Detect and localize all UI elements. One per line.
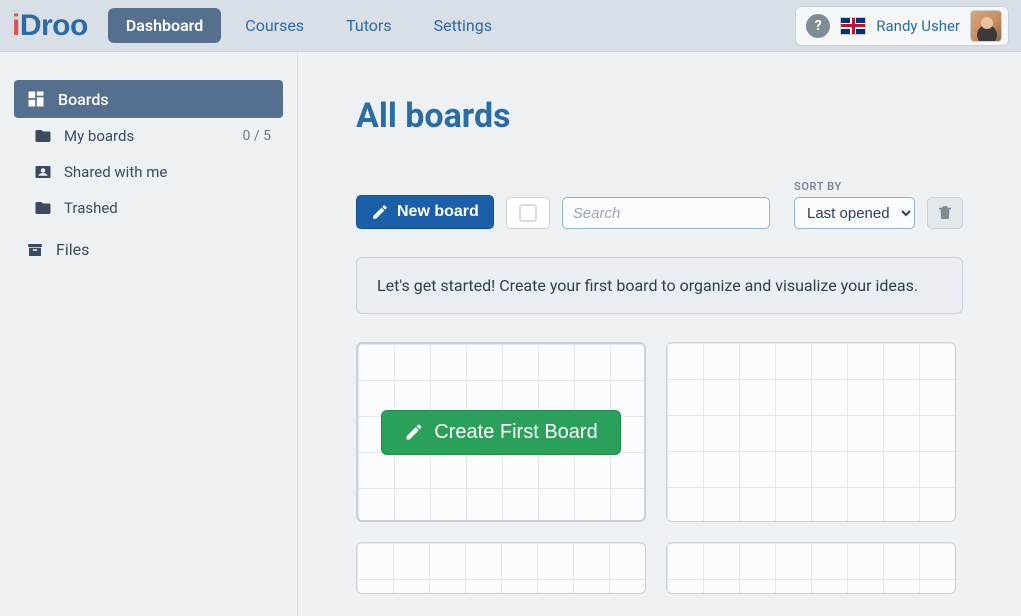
board-grid: Create First Board bbox=[356, 342, 963, 522]
nav-courses[interactable]: Courses bbox=[227, 8, 322, 43]
sidebar-my-boards[interactable]: My boards 0 / 5 bbox=[14, 118, 283, 154]
sidebar-my-boards-meta: 0 / 5 bbox=[243, 128, 271, 144]
new-board-button[interactable]: New board bbox=[356, 195, 494, 229]
help-icon[interactable]: ? bbox=[806, 14, 830, 38]
folder-icon bbox=[34, 127, 52, 145]
board-placeholder bbox=[666, 342, 956, 522]
sidebar-shared[interactable]: Shared with me bbox=[14, 154, 283, 190]
create-first-card[interactable]: Create First Board bbox=[356, 342, 646, 522]
archive-icon bbox=[26, 241, 44, 259]
toolbar: New board SORT BY Last opened bbox=[356, 180, 963, 229]
sidebar-files-label: Files bbox=[56, 240, 89, 259]
search-input[interactable] bbox=[562, 197, 770, 229]
trash-icon bbox=[936, 204, 954, 222]
avatar[interactable] bbox=[970, 10, 1002, 42]
sort-select[interactable]: Last opened bbox=[794, 197, 915, 229]
logo-rest: Droo bbox=[20, 9, 88, 43]
board-placeholder bbox=[666, 542, 956, 594]
topbar: iDroo Dashboard Courses Tutors Settings … bbox=[0, 0, 1021, 52]
sidebar-files[interactable]: Files bbox=[0, 230, 297, 269]
top-nav: Dashboard Courses Tutors Settings bbox=[108, 8, 510, 43]
sidebar-trashed[interactable]: Trashed bbox=[14, 190, 283, 226]
create-first-label: Create First Board bbox=[434, 421, 597, 444]
new-board-label: New board bbox=[397, 203, 479, 221]
board-placeholder bbox=[356, 542, 646, 594]
edit-icon bbox=[371, 203, 389, 221]
sidebar-boards-label: Boards bbox=[58, 90, 109, 109]
sidebar-trashed-label: Trashed bbox=[64, 199, 118, 217]
sidebar-shared-label: Shared with me bbox=[64, 163, 167, 181]
nav-settings[interactable]: Settings bbox=[416, 8, 510, 43]
main: All boards New board SORT BY Last opened bbox=[298, 52, 1021, 616]
user-name: Randy Usher bbox=[876, 17, 960, 35]
nav-tutors[interactable]: Tutors bbox=[328, 8, 410, 43]
create-first-board-button[interactable]: Create First Board bbox=[381, 410, 620, 455]
banner-text: Let's get started! Create your first boa… bbox=[377, 276, 918, 295]
shared-icon bbox=[34, 163, 52, 181]
delete-button[interactable] bbox=[927, 197, 963, 229]
select-all-button[interactable] bbox=[506, 197, 550, 229]
flag-icon[interactable] bbox=[840, 17, 866, 35]
dashboard-icon bbox=[26, 89, 46, 109]
sidebar-boards[interactable]: Boards bbox=[14, 80, 283, 118]
logo-i: i bbox=[12, 9, 20, 43]
sidebar-my-boards-label: My boards bbox=[64, 127, 134, 145]
page-title: All boards bbox=[356, 96, 963, 136]
sidebar: Boards My boards 0 / 5 Shared with me Tr… bbox=[0, 52, 298, 616]
checkbox-icon bbox=[519, 204, 537, 222]
edit-icon bbox=[404, 422, 424, 442]
board-grid-row2 bbox=[356, 542, 963, 594]
nav-dashboard[interactable]: Dashboard bbox=[108, 8, 221, 43]
sort-label: SORT BY bbox=[794, 180, 963, 193]
empty-banner: Let's get started! Create your first boa… bbox=[356, 257, 963, 314]
trash-folder-icon bbox=[34, 199, 52, 217]
user-box[interactable]: ? Randy Usher bbox=[795, 6, 1009, 46]
logo[interactable]: iDroo bbox=[12, 9, 88, 43]
